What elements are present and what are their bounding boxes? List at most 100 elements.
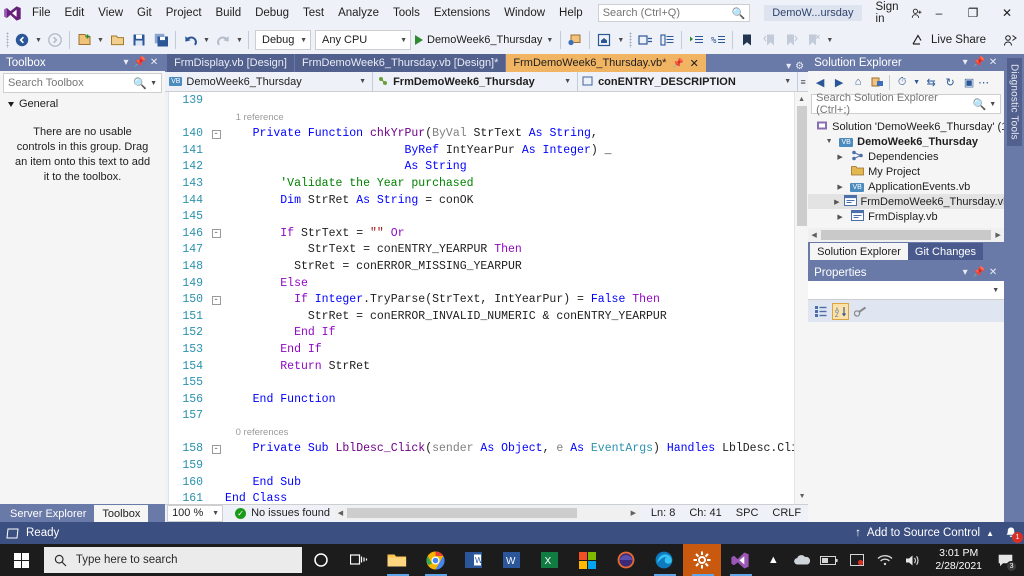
doc-tab-frmdemoweek6-design[interactable]: FrmDemoWeek6_Thursday.vb [Design]*	[295, 54, 505, 72]
file-explorer-icon[interactable]	[378, 544, 416, 576]
code-line[interactable]: 145	[169, 208, 808, 225]
codelens-reference-count[interactable]: 1 reference	[225, 112, 284, 123]
tab-toolbox[interactable]: Toolbox	[94, 505, 148, 522]
solution-explorer-search-input[interactable]: Search Solution Explorer (Ctrl+;) 🔍 ▼	[811, 94, 1001, 114]
menu-git[interactable]: Git	[130, 2, 159, 24]
undo-dropdown[interactable]: ▼	[201, 37, 212, 44]
se-hscroll-thumb[interactable]	[821, 230, 991, 240]
close-button[interactable]: ✕	[990, 0, 1024, 26]
fold-toggle-icon[interactable]: -	[209, 295, 223, 305]
solution-explorer-button[interactable]	[634, 29, 656, 51]
next-bookmark-button[interactable]	[780, 29, 802, 51]
taskbar-search-box[interactable]: Type here to search	[44, 547, 302, 573]
code-line[interactable]: 155	[169, 374, 808, 391]
code-line[interactable]: 151 StrRet = conERROR_INVALID_NUMERIC & …	[169, 308, 808, 325]
code-line[interactable]: 147 StrText = conENTRY_YEARPUR Then	[169, 242, 808, 259]
code-line[interactable]: 148 StrRet = conERROR_MISSING_YEARPUR	[169, 258, 808, 275]
code-line[interactable]: 149 Else	[169, 275, 808, 292]
chevron-down-icon[interactable]: ▼	[912, 73, 921, 91]
solution-tree-item[interactable]: ▼VBDemoWeek6_Thursday	[808, 134, 1004, 149]
code-line[interactable]: 144 Dim StrRet As String = conOK	[169, 192, 808, 209]
solution-tree-item[interactable]: ▶VBApplicationEvents.vb	[808, 179, 1004, 194]
solution-tree-item[interactable]: My Project	[808, 164, 1004, 179]
properties-object-combo[interactable]: ▼	[808, 281, 1004, 300]
navigate-back-button[interactable]	[11, 29, 33, 51]
code-editor[interactable]: 139 1 reference140- Private Function chk…	[165, 92, 808, 504]
solution-platform-combo[interactable]: Any CPU ▼	[315, 30, 411, 50]
chevron-down-icon[interactable]: ▾	[958, 267, 972, 278]
microsoft-word-icon[interactable]: W	[454, 544, 492, 576]
categorized-view-icon[interactable]	[812, 303, 829, 320]
scroll-left-arrow[interactable]: ◀	[334, 509, 347, 517]
scrollbar-thumb[interactable]	[797, 106, 807, 226]
increase-indent-button[interactable]	[685, 29, 707, 51]
cortana-icon[interactable]	[302, 544, 340, 576]
tab-git-changes[interactable]: Git Changes	[908, 243, 983, 260]
doc-tab-frmdemoweek6-code[interactable]: FrmDemoWeek6_Thursday.vb* 📌 ✕	[506, 54, 705, 72]
codelens-reference-count[interactable]: 0 references	[225, 427, 288, 438]
hscroll-thumb[interactable]	[347, 508, 577, 518]
google-chrome-icon[interactable]	[416, 544, 454, 576]
close-icon[interactable]: ✕	[147, 57, 161, 68]
code-line[interactable]: 154 Return StrRet	[169, 358, 808, 375]
visual-studio-icon[interactable]	[721, 544, 759, 576]
sync-with-active-document-icon[interactable]: ⇆	[922, 73, 940, 91]
pin-icon[interactable]: 📌	[972, 57, 986, 68]
home-icon[interactable]: ⌂	[849, 73, 867, 91]
solution-tree-item[interactable]: Solution 'DemoWeek6_Thursday' (1 of	[808, 119, 1004, 134]
battery-icon[interactable]	[815, 544, 843, 576]
settings-icon[interactable]	[683, 544, 721, 576]
navbar-member-dropdown[interactable]: conENTRY_DESCRIPTION ▼	[578, 72, 798, 91]
doc-tab-frmdisplay-design[interactable]: FrmDisplay.vb [Design]	[167, 54, 294, 72]
wifi-icon[interactable]	[871, 544, 899, 576]
properties-window-button[interactable]	[656, 29, 678, 51]
microsoft-edge-icon[interactable]	[645, 544, 683, 576]
code-line[interactable]: 159	[169, 457, 808, 474]
chevron-right-icon[interactable]: ▶	[834, 183, 846, 191]
diagnostic-tools-tab[interactable]: Diagnostic Tools	[1007, 58, 1022, 146]
code-line[interactable]: 150- If Integer.TryParse(StrText, IntYea…	[169, 291, 808, 308]
menu-test[interactable]: Test	[296, 2, 331, 24]
scroll-up-arrow[interactable]: ▲	[795, 92, 808, 106]
scroll-right-arrow[interactable]: ▶	[992, 231, 1004, 239]
safely-remove-hardware-icon[interactable]	[843, 544, 871, 576]
menu-edit[interactable]: Edit	[57, 2, 91, 24]
redo-dropdown[interactable]: ▼	[234, 37, 245, 44]
pin-icon[interactable]: 📌	[133, 57, 147, 68]
code-line[interactable]: 153 End If	[169, 341, 808, 358]
close-icon[interactable]: ✕	[986, 57, 1000, 68]
fold-toggle-icon[interactable]: -	[209, 444, 223, 454]
add-to-source-control-button[interactable]: ↑ Add to Source Control ▲	[855, 527, 994, 539]
comment-button[interactable]: %	[707, 29, 729, 51]
chevron-right-icon[interactable]: ▶	[834, 198, 839, 206]
fold-toggle-icon[interactable]: -	[209, 129, 223, 139]
open-file-button[interactable]	[106, 29, 128, 51]
events-icon[interactable]	[852, 303, 869, 320]
code-line[interactable]: 146- If StrText = "" Or	[169, 225, 808, 242]
editor-vertical-scrollbar[interactable]: ▲ ▼	[794, 92, 808, 504]
toolbox-group-general[interactable]: General	[0, 95, 165, 113]
solution-tree-item[interactable]: ▶Dependencies	[808, 149, 1004, 164]
code-line[interactable]: 157	[169, 407, 808, 424]
alphabetical-view-icon[interactable]: AZ	[832, 303, 849, 320]
pending-changes-filter-icon[interactable]: ⏱	[893, 73, 911, 91]
microsoft-store-icon[interactable]	[569, 544, 607, 576]
new-project-dropdown[interactable]: ▼	[95, 37, 106, 44]
code-line[interactable]: 160 End Sub	[169, 474, 808, 491]
solution-tree-item[interactable]: ▶FrmDemoWeek6_Thursday.vb	[808, 194, 1004, 209]
navigate-back-dropdown[interactable]: ▼	[33, 37, 44, 44]
gear-icon[interactable]: ⚙	[795, 61, 804, 72]
menu-view[interactable]: View	[91, 2, 130, 24]
previous-bookmark-button[interactable]	[758, 29, 780, 51]
close-icon[interactable]: ✕	[986, 267, 1000, 278]
code-reference-line[interactable]: 1 reference	[169, 109, 808, 126]
chevron-down-icon[interactable]: ▾	[958, 57, 972, 68]
minimize-button[interactable]: ‒	[922, 0, 956, 26]
start-debug-button[interactable]: DemoWeek6_Thursday ▼	[411, 29, 557, 51]
menu-help[interactable]: Help	[552, 2, 590, 24]
chevron-up-icon[interactable]: ▲	[759, 544, 787, 576]
fold-toggle-icon[interactable]: -	[209, 228, 223, 238]
navbar-type-dropdown[interactable]: FrmDemoWeek6_Thursday ▼	[373, 72, 578, 91]
solution-explorer-icon[interactable]	[868, 73, 886, 91]
code-line[interactable]: 139	[169, 92, 808, 109]
